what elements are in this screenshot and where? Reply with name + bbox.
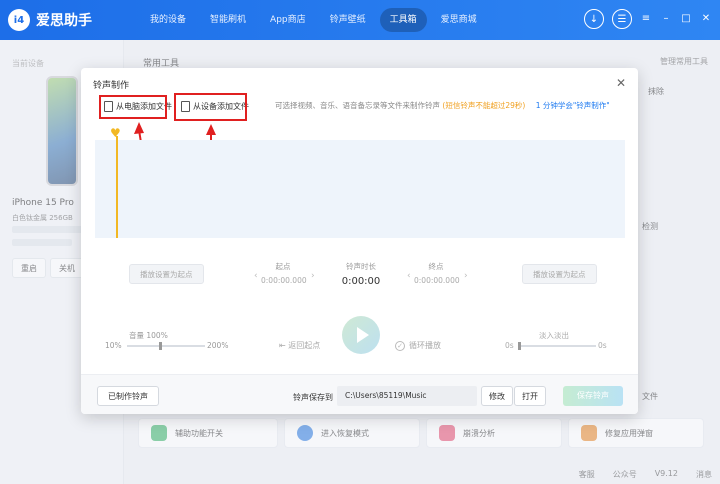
close-window-icon[interactable]: ✕ [700,13,712,25]
app-name: 爱思助手 [36,13,92,29]
fade-slider[interactable] [518,345,596,347]
play-button[interactable] [342,316,380,354]
nav-store[interactable]: 爱思商城 [431,8,487,32]
fade-label: 淡入淡出 [539,331,569,340]
made-ringtones-button[interactable]: 已制作铃声 [97,386,159,406]
open-folder-button[interactable]: 打开 [514,386,546,406]
start-next-icon[interactable]: › [311,271,315,281]
start-point: 起点 0:00:00.000 [261,262,307,285]
play-icon [356,327,369,343]
set-start-button[interactable]: 播放设置为起点 [129,264,204,284]
learn-link[interactable]: 1 分钟学会"铃声制作" [536,101,610,110]
playhead-line[interactable] [116,136,118,238]
start-prev-icon[interactable]: ‹ [254,271,258,281]
sms-warning: (短信铃声不能超过29秒) [442,101,526,110]
back-to-start-button[interactable]: ⇤ 返回起点 [279,340,320,351]
start-value: 0:00:00.000 [261,276,307,285]
set-end-button[interactable]: 播放设置为起点 [522,264,597,284]
app-logo: i4 爱思助手 [8,9,92,31]
dialog-footer: 已制作铃声 铃声保存到 C:\Users\85119\Music 修改 打开 保… [81,374,638,414]
highlight-box-device [174,93,247,121]
nav-toolbox[interactable]: 工具箱 [379,8,427,32]
window-controls: ↓ ☰ ≡ – □ ✕ [584,9,712,29]
playhead-heart-icon[interactable]: ♥ [110,126,121,140]
menu-icon[interactable]: ≡ [640,13,652,25]
save-ringtone-button[interactable]: 保存铃声 [563,386,623,406]
check-icon: ✓ [395,340,405,351]
volume-knob[interactable] [159,342,162,350]
volume-label: 音量 100% [129,331,168,340]
end-value: 0:00:00.000 [414,276,460,285]
highlight-box-pc [99,95,167,119]
close-icon[interactable]: ✕ [616,76,626,90]
duration-value: 0:00:00 [341,276,381,287]
nav-ringtones[interactable]: 铃声壁纸 [320,8,376,32]
volume-max: 200% [207,341,229,350]
waveform-area[interactable] [95,140,625,238]
nav-flash[interactable]: 智能刷机 [200,8,256,32]
end-point: 终点 0:00:00.000 [414,262,460,285]
end-next-icon[interactable]: › [464,271,468,281]
top-bar: i4 爱思助手 我的设备 智能刷机 App商店 铃声壁纸 工具箱 爱思商城 ↓ … [0,0,720,40]
ringtone-dialog: 铃声制作 ✕ 从电脑添加文件 从设备添加文件 可选择视频、音乐、语音备忘录等文件… [81,68,638,414]
volume-slider[interactable] [127,345,205,347]
fade-min: 0s [505,341,514,350]
logo-icon: i4 [8,9,30,31]
nav-app-store[interactable]: App商店 [260,8,316,32]
dialog-title: 铃声制作 [93,81,130,91]
nav-my-device[interactable]: 我的设备 [140,8,196,32]
end-prev-icon[interactable]: ‹ [407,271,411,281]
fade-knob[interactable] [518,342,521,350]
main-nav: 我的设备 智能刷机 App商店 铃声壁纸 工具箱 爱思商城 [140,8,491,32]
fade-max: 0s [598,341,607,350]
duration: 铃声时长 0:00:00 [339,261,383,287]
hint-text: 可选择视频、音乐、语音备忘录等文件来制作铃声 (短信铃声不能超过29秒) 1 分… [275,101,610,110]
modify-path-button[interactable]: 修改 [481,386,513,406]
minimize-icon[interactable]: – [660,13,672,25]
settings-icon[interactable]: ☰ [612,9,632,29]
volume-min: 10% [105,341,122,350]
loop-toggle[interactable]: ✓ 循环播放 [395,340,441,351]
maximize-icon[interactable]: □ [680,13,692,25]
save-path-field[interactable]: C:\Users\85119\Music [337,386,477,406]
download-icon[interactable]: ↓ [584,9,604,29]
save-to-label: 铃声保存到 [293,393,333,402]
